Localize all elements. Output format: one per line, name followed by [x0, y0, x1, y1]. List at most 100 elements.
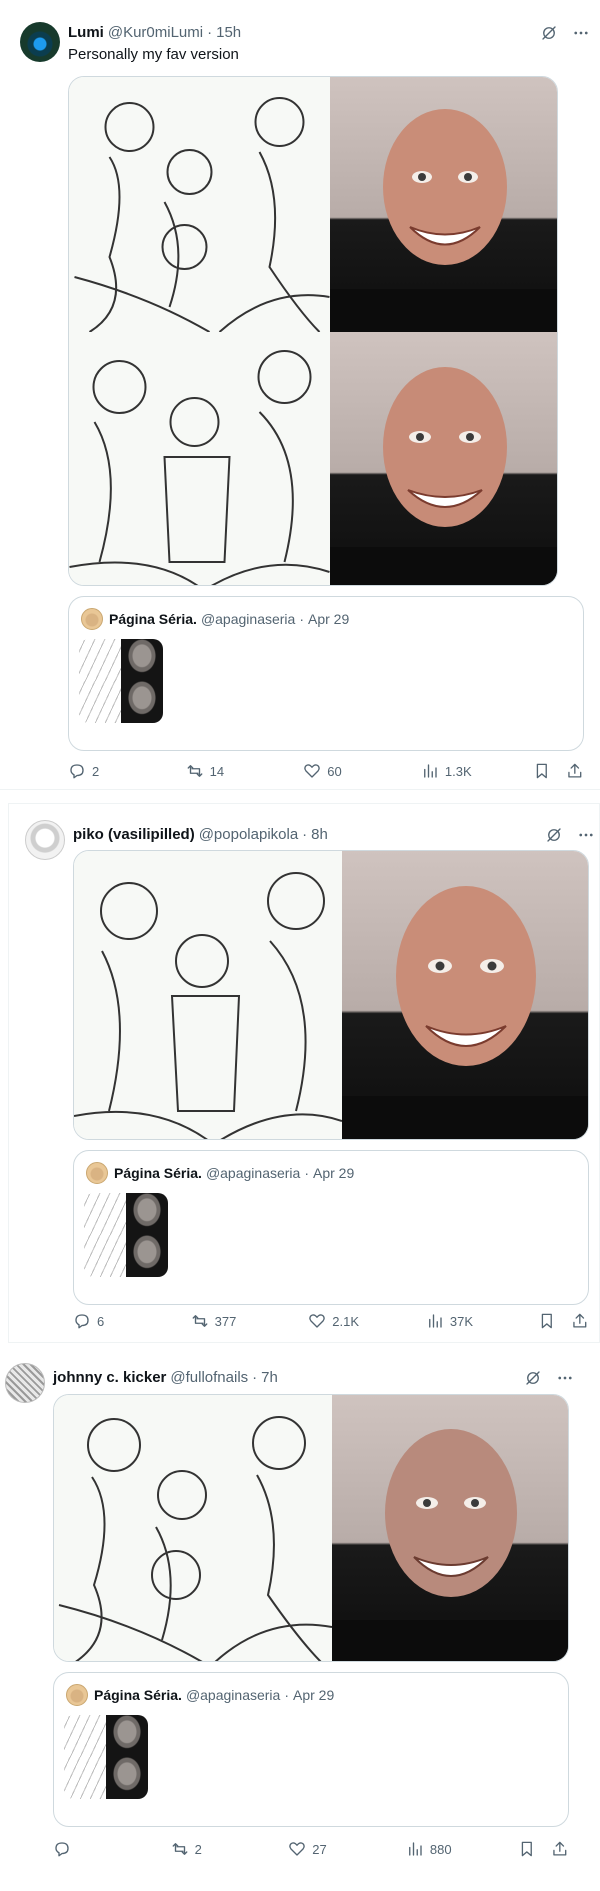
author-handle[interactable]: @popolapikola [199, 826, 298, 843]
repost-count: 14 [209, 763, 225, 779]
repost-button[interactable]: 2 [171, 1840, 289, 1858]
sketch-drawing [74, 97, 330, 332]
sketch-panel[interactable] [54, 1395, 332, 1661]
quoted-avatar [66, 1684, 88, 1706]
quoted-post[interactable]: Página Séria. @apaginaseria · Apr 29 [53, 1672, 569, 1827]
repost-count: 377 [214, 1313, 237, 1329]
author-name[interactable]: piko (vasilipilled) [73, 826, 195, 843]
views-icon [428, 1314, 442, 1328]
grok-icon[interactable] [545, 826, 563, 844]
views-button[interactable]: 37K [426, 1312, 534, 1330]
photo-face [332, 1429, 568, 1661]
post-header-actions [545, 826, 595, 844]
quoted-post-header: Página Séria. @apaginaseria · Apr 29 [86, 1162, 354, 1184]
photo-face [330, 109, 557, 332]
grok-icon[interactable] [524, 1369, 542, 1387]
views-button[interactable]: 1.3K [421, 762, 529, 780]
reply-icon [70, 764, 84, 779]
quoted-post-header: Página Séria. @apaginaseria · Apr 29 [66, 1684, 334, 1706]
more-icon[interactable] [572, 24, 590, 42]
thumb-photo [106, 1757, 148, 1799]
quoted-post[interactable]: Página Séria. @apaginaseria · Apr 29 [68, 596, 584, 751]
reply-button[interactable] [53, 1840, 171, 1858]
thumb-sketch [64, 1715, 106, 1757]
media-grid[interactable] [73, 850, 589, 1140]
quoted-author-name[interactable]: Página Séria. [114, 1165, 202, 1181]
repost-button[interactable]: 377 [191, 1312, 309, 1330]
repost-icon [192, 1315, 208, 1327]
like-icon [309, 1314, 326, 1328]
avatar[interactable] [5, 1363, 45, 1403]
photo-panel[interactable] [330, 77, 557, 332]
quoted-avatar [86, 1162, 108, 1184]
like-button[interactable]: 60 [303, 762, 421, 780]
photo-panel[interactable] [332, 1395, 568, 1661]
separator-dot: · [304, 1165, 309, 1181]
thumb-sketch [79, 639, 121, 681]
author-handle[interactable]: @Kur0miLumi [108, 24, 203, 41]
more-icon[interactable] [556, 1369, 574, 1387]
quoted-author-name[interactable]: Página Séria. [94, 1687, 182, 1703]
post-header-actions [524, 1369, 574, 1387]
quoted-media-thumbnail[interactable] [79, 639, 163, 723]
thumb-sketch [79, 681, 121, 723]
like-icon [289, 1842, 306, 1856]
views-button[interactable]: 880 [406, 1840, 514, 1858]
bookmark-icon[interactable] [533, 762, 551, 780]
author-handle[interactable]: @fullofnails [170, 1369, 248, 1386]
avatar[interactable] [20, 22, 60, 62]
reply-count: 2 [92, 763, 100, 779]
like-count: 2.1K [332, 1313, 359, 1329]
sketch-panel[interactable] [69, 77, 330, 332]
thumb-sketch [84, 1235, 126, 1277]
post-text: Personally my fav version [68, 46, 239, 63]
thumb-sketch [84, 1193, 126, 1235]
quoted-media-thumbnail[interactable] [64, 1715, 148, 1799]
more-icon[interactable] [577, 826, 595, 844]
photo-panel[interactable] [330, 332, 557, 585]
avatar[interactable] [25, 820, 65, 860]
reply-button[interactable]: 6 [73, 1312, 191, 1330]
views-count: 1.3K [444, 763, 472, 779]
photo-face [330, 367, 557, 585]
views-count: 37K [449, 1313, 474, 1329]
author-name[interactable]: johnny c. kicker [53, 1369, 166, 1386]
post-header: piko (vasilipilled) @popolapikola · 8h [73, 824, 328, 844]
media-grid[interactable] [68, 76, 558, 586]
like-count: 27 [312, 1841, 327, 1857]
timestamp[interactable]: 15h [216, 24, 241, 41]
timestamp[interactable]: 8h [311, 826, 328, 843]
bookmark-icon[interactable] [518, 1840, 536, 1858]
media-grid[interactable] [53, 1394, 569, 1662]
post-header: Lumi @Kur0miLumi · 15h [68, 22, 241, 42]
quoted-author-handle[interactable]: @apaginaseria [201, 611, 295, 627]
post-2[interactable]: piko (vasilipilled) @popolapikola · 8h P… [8, 803, 600, 1343]
separator-dot: · [302, 825, 308, 843]
post-3[interactable]: johnny c. kicker @fullofnails · 7h Págin… [0, 1355, 600, 1891]
bookmark-icon[interactable] [538, 1312, 556, 1330]
quoted-author-handle[interactable]: @apaginaseria [206, 1165, 300, 1181]
sketch-panel[interactable] [69, 332, 330, 585]
post-1[interactable]: Lumi @Kur0miLumi · 15h Personally my fav… [0, 0, 600, 790]
quoted-author-handle[interactable]: @apaginaseria [186, 1687, 280, 1703]
timestamp[interactable]: 7h [261, 1369, 278, 1386]
share-icon[interactable] [571, 1312, 589, 1330]
quoted-media-thumbnail[interactable] [84, 1193, 168, 1277]
photo-panel[interactable] [342, 851, 588, 1139]
separator-dot: · [252, 1368, 258, 1386]
reply-count: 6 [97, 1313, 105, 1329]
like-button[interactable]: 2.1K [308, 1312, 426, 1330]
separator-dot: · [207, 23, 213, 41]
share-icon[interactable] [551, 1840, 569, 1858]
author-name[interactable]: Lumi [68, 24, 104, 41]
quoted-author-name[interactable]: Página Séria. [109, 611, 197, 627]
sketch-panel[interactable] [74, 851, 342, 1139]
quoted-date: Apr 29 [308, 611, 350, 627]
grok-icon[interactable] [540, 24, 558, 42]
quoted-post[interactable]: Página Séria. @apaginaseria · Apr 29 [73, 1150, 589, 1305]
share-icon[interactable] [566, 762, 584, 780]
repost-button[interactable]: 14 [186, 762, 304, 780]
quoted-post-header: Página Séria. @apaginaseria · Apr 29 [81, 608, 350, 630]
reply-button[interactable]: 2 [68, 762, 186, 780]
like-button[interactable]: 27 [288, 1840, 406, 1858]
